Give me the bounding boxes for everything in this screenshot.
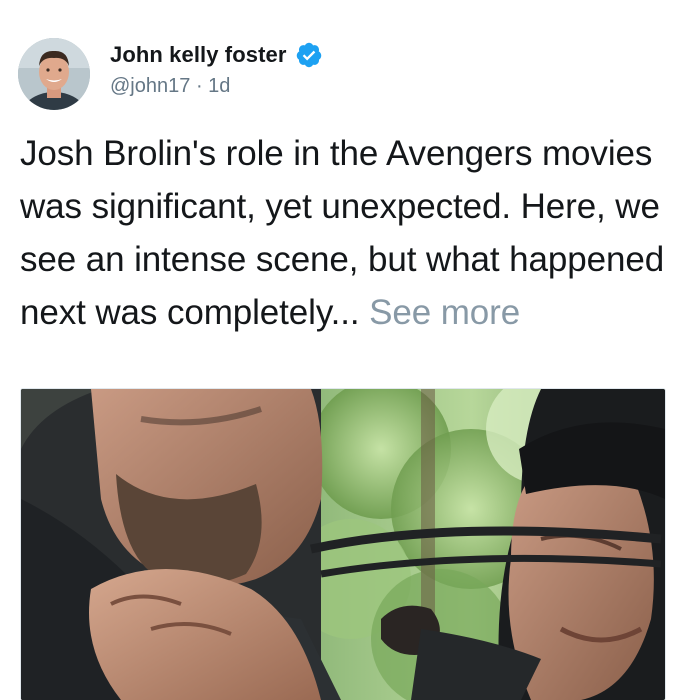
- author-avatar[interactable]: [18, 38, 90, 110]
- author-handle[interactable]: @john17: [110, 75, 190, 97]
- meta-row: @john17 · 1d: [110, 75, 323, 98]
- author-display-name[interactable]: John kelly foster: [110, 42, 287, 68]
- tweet-timestamp[interactable]: 1d: [208, 75, 230, 97]
- tweet-text: Josh Brolin's role in the Avengers movie…: [20, 134, 665, 332]
- avatar-photo-icon: [18, 38, 90, 110]
- tweet-media-photo[interactable]: [21, 389, 665, 700]
- name-row: John kelly foster: [110, 41, 323, 69]
- tweet-header: John kelly foster @john17 · 1d: [18, 36, 323, 112]
- author-block: John kelly foster @john17 · 1d: [110, 41, 323, 98]
- see-more-link[interactable]: See more: [369, 293, 520, 332]
- meta-separator: ·: [195, 74, 203, 97]
- movie-scene-photo-icon: [21, 389, 665, 700]
- verified-badge-icon: [295, 41, 323, 69]
- tweet-body: Josh Brolin's role in the Avengers movie…: [20, 127, 685, 339]
